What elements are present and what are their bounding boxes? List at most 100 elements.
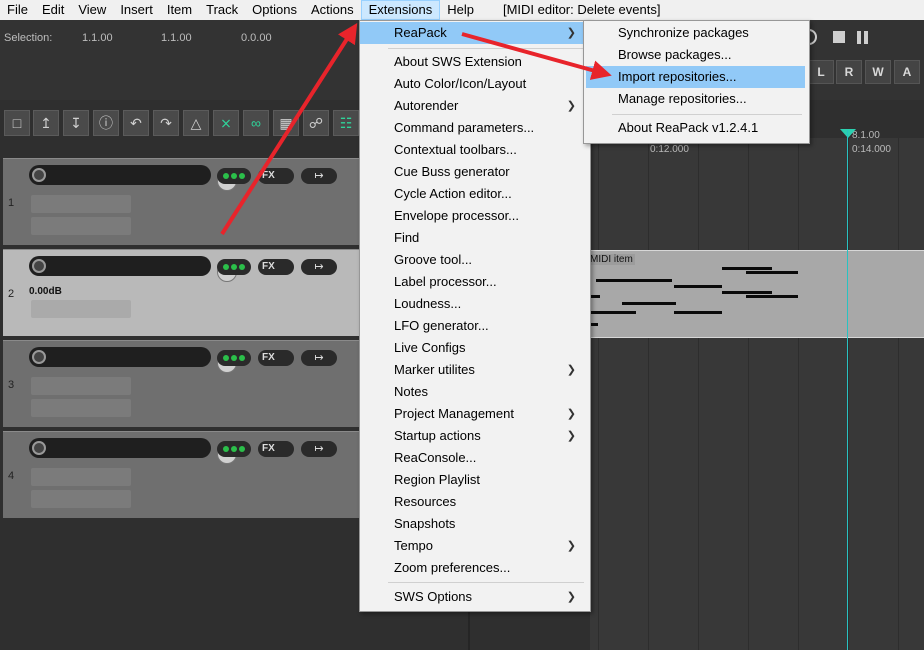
menu-item-command-parameters[interactable]: Command parameters...	[360, 117, 588, 139]
track-number: 1	[8, 197, 15, 209]
io-button[interactable]	[217, 259, 251, 275]
menu-item-label: Snapshots	[394, 516, 456, 531]
grid-icon[interactable]: ▦	[273, 110, 299, 136]
menu-item-synchronize-packages[interactable]: Synchronize packages	[584, 22, 807, 44]
selection-end[interactable]: 1.1.00	[161, 32, 192, 44]
record-arm-icon[interactable]	[32, 259, 46, 273]
io-button[interactable]	[217, 168, 251, 184]
track-2[interactable]: 2 FX ↦ 0.00dB	[3, 249, 360, 336]
route-icon[interactable]: ↦	[301, 168, 337, 184]
arrange-view[interactable]: 0:12.000 0:14.000 8.1.00	[590, 130, 924, 650]
menu-item-notes[interactable]: Notes	[360, 381, 588, 403]
snap-icon[interactable]: ☷	[333, 110, 359, 136]
crossfade-icon[interactable]: ⨯	[213, 110, 239, 136]
track-4[interactable]: 4 FX ↦	[3, 431, 360, 518]
menu-item-browse-packages[interactable]: Browse packages...	[584, 44, 807, 66]
chevron-right-icon: ❯	[566, 27, 576, 39]
fx-button[interactable]: FX	[258, 350, 294, 366]
selection-length[interactable]: 0.0.00	[241, 32, 272, 44]
menu-item-autorender[interactable]: Autorender ❯	[360, 95, 588, 117]
menu-item-cycle-action[interactable]: Cycle Action editor...	[360, 183, 588, 205]
menu-item-reapack[interactable]: ReaPack ❯	[360, 22, 588, 44]
route-icon[interactable]: ↦	[301, 350, 337, 366]
menu-item-lfo-generator[interactable]: LFO generator...	[360, 315, 588, 337]
record-arm-icon[interactable]	[32, 350, 46, 364]
metronome-icon[interactable]: △	[183, 110, 209, 136]
menu-item-about-sws[interactable]: About SWS Extension	[360, 51, 588, 73]
info-icon[interactable]: ⓘ	[93, 110, 119, 136]
group-icon[interactable]: ☍	[303, 110, 329, 136]
fx-button[interactable]: FX	[258, 168, 294, 184]
menu-item-about-reapack[interactable]: About ReaPack v1.2.4.1	[584, 117, 807, 139]
transport-l-button[interactable]: L	[808, 60, 834, 84]
track-slot	[31, 399, 131, 417]
menu-track[interactable]: Track	[199, 0, 245, 20]
menu-actions[interactable]: Actions	[304, 0, 361, 20]
record-arm-icon[interactable]	[32, 168, 46, 182]
track-name-field[interactable]	[29, 347, 237, 373]
menu-item-project-management[interactable]: Project Management ❯	[360, 403, 588, 425]
menu-bar: File Edit View Insert Item Track Options…	[0, 0, 924, 20]
menu-item-contextual-toolbars[interactable]: Contextual toolbars...	[360, 139, 588, 161]
menu-item-zoom-preferences[interactable]: Zoom preferences...	[360, 557, 588, 579]
io-button[interactable]	[217, 441, 251, 457]
menu-item-find[interactable]: Find	[360, 227, 588, 249]
io-button[interactable]	[217, 350, 251, 366]
menu-item-snapshots[interactable]: Snapshots	[360, 513, 588, 535]
menu-item-cue-buss[interactable]: Cue Buss generator	[360, 161, 588, 183]
link-icon[interactable]: ∞	[243, 110, 269, 136]
record-arm-icon[interactable]	[32, 441, 46, 455]
fx-button[interactable]: FX	[258, 441, 294, 457]
midi-item[interactable]: MIDI item	[578, 250, 924, 338]
window-title: [MIDI editor: Delete events]	[502, 2, 661, 17]
menu-edit[interactable]: Edit	[35, 0, 71, 20]
menu-item-startup-actions[interactable]: Startup actions ❯	[360, 425, 588, 447]
selection-label: Selection:	[4, 32, 53, 44]
menu-insert[interactable]: Insert	[113, 0, 160, 20]
track-name-field[interactable]	[29, 256, 237, 282]
track-slot	[31, 468, 131, 486]
stop-icon[interactable]	[833, 31, 845, 43]
menu-extensions[interactable]: Extensions	[360, 0, 441, 20]
midi-note	[622, 302, 676, 305]
menu-item-live-configs[interactable]: Live Configs	[360, 337, 588, 359]
transport-r-button[interactable]: R	[836, 60, 862, 84]
transport-w-button[interactable]: W	[865, 60, 891, 84]
route-icon[interactable]: ↦	[301, 441, 337, 457]
menu-item-resources[interactable]: Resources	[360, 491, 588, 513]
menu-item-import-repositories[interactable]: Import repositories...	[586, 66, 805, 88]
menu-item-loudness[interactable]: Loudness...	[360, 293, 588, 315]
route-icon[interactable]: ↦	[301, 259, 337, 275]
menu-item-tempo[interactable]: Tempo ❯	[360, 535, 588, 557]
track-3[interactable]: 3 FX ↦	[3, 340, 360, 427]
menu-item-sws-options[interactable]: SWS Options ❯	[360, 586, 588, 608]
track-name-field[interactable]	[29, 165, 237, 191]
menu-item-manage-repositories[interactable]: Manage repositories...	[584, 88, 807, 110]
download-icon[interactable]: ↧	[63, 110, 89, 136]
menu-view[interactable]: View	[71, 0, 113, 20]
track-name-field[interactable]	[29, 438, 237, 464]
upload-icon[interactable]: ↥	[33, 110, 59, 136]
playhead[interactable]	[847, 130, 848, 650]
menu-item-region-playlist[interactable]: Region Playlist	[360, 469, 588, 491]
menu-item-reaconsole[interactable]: ReaConsole...	[360, 447, 588, 469]
menu-item-envelope-processor[interactable]: Envelope processor...	[360, 205, 588, 227]
playhead-marker[interactable]	[840, 129, 856, 138]
pause-icon[interactable]	[857, 31, 869, 44]
undo-icon[interactable]: ↶	[123, 110, 149, 136]
menu-item-marker-utilites[interactable]: Marker utilites ❯	[360, 359, 588, 381]
menu-help[interactable]: Help	[440, 0, 481, 20]
transport-a-button[interactable]: A	[894, 60, 920, 84]
menu-item-label-processor[interactable]: Label processor...	[360, 271, 588, 293]
redo-icon[interactable]: ↷	[153, 110, 179, 136]
fx-button[interactable]: FX	[258, 259, 294, 275]
new-project-icon[interactable]: □	[4, 110, 30, 136]
menu-item-groove-tool[interactable]: Groove tool...	[360, 249, 588, 271]
menu-file[interactable]: File	[0, 0, 35, 20]
menu-item-auto-color[interactable]: Auto Color/Icon/Layout	[360, 73, 588, 95]
menu-options[interactable]: Options	[245, 0, 304, 20]
selection-start[interactable]: 1.1.00	[82, 32, 113, 44]
track-1[interactable]: 1 FX ↦	[3, 158, 360, 245]
menu-item[interactable]: Item	[160, 0, 199, 20]
menu-item-label: Synchronize packages	[618, 25, 749, 40]
